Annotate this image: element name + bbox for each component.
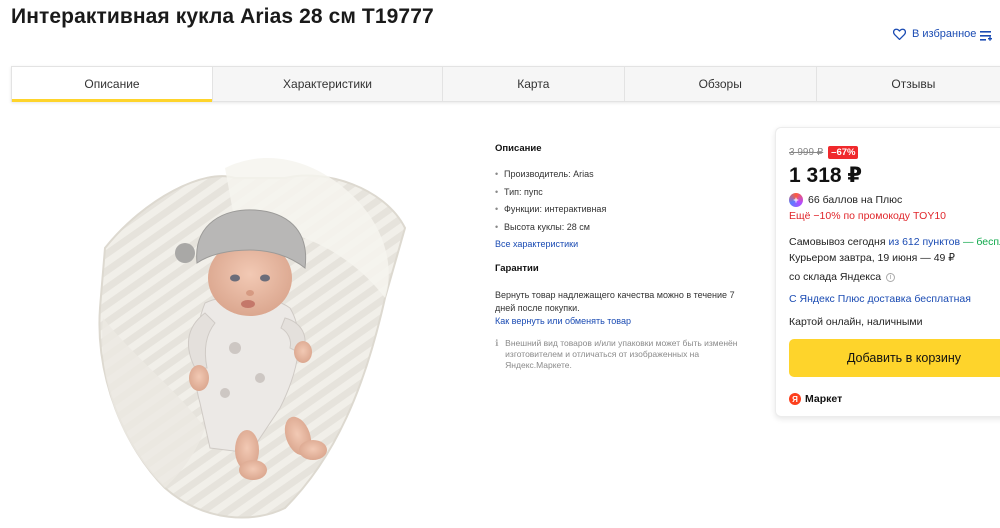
spec-item: Тип: пупс [495, 187, 765, 205]
spec-list: Производитель: Arias Тип: пупс Функции: … [495, 169, 765, 239]
guarantee-heading: Гарантии [495, 263, 539, 274]
yandex-plus-icon: + [789, 193, 803, 207]
doll-photo [98, 158, 407, 519]
offer-card: 3 999 ₽ –67% 1 318 ₽ + 66 баллов на Плюс… [775, 127, 1000, 417]
discount-badge: –67% [828, 146, 859, 159]
tab-reviews[interactable]: Обзоры [624, 67, 817, 101]
favorites-label: В избранное [912, 28, 977, 40]
tab-label: Карта [517, 77, 550, 91]
yandex-market-logo-icon: Я [789, 393, 801, 405]
tab-label: Описание [84, 77, 140, 91]
disclaimer: ℹ Внешний вид товаров и/или упаковки мож… [495, 338, 765, 371]
plus-points-text: 66 баллов на Плюс [808, 194, 903, 206]
disclaimer-text: Внешний вид товаров и/или упаковки может… [505, 338, 738, 370]
spec-item: Функции: интерактивная [495, 204, 765, 222]
description-section: Описание Производитель: Arias Тип: пупс … [495, 143, 765, 328]
promo-text: Ещё −10% по промокоду TOY10 [789, 210, 947, 222]
warehouse-text: со склада Яндекса [789, 271, 882, 283]
current-price: 1 318 ₽ [789, 164, 862, 187]
plus-delivery-link[interactable]: С Яндекс Плюс доставка бесплатная [789, 293, 971, 305]
product-image[interactable] [85, 128, 415, 528]
pickup-free: — беспла [962, 236, 1000, 248]
seller-name: Маркет [805, 393, 843, 405]
tab-map[interactable]: Карта [443, 67, 625, 101]
pickup-info: Самовывоз сегодня из 612 пунктов — беспл… [789, 236, 1000, 248]
product-tabs: Описание Характеристики Карта Обзоры Отз… [11, 66, 1000, 102]
tab-label: Характеристики [283, 77, 372, 91]
heart-icon [893, 28, 906, 40]
pickup-prefix: Самовывоз сегодня [789, 236, 889, 248]
tab-label: Отзывы [891, 77, 936, 91]
tab-feedback[interactable]: Отзывы [816, 67, 1000, 101]
seller-badge[interactable]: Я Маркет [789, 393, 842, 405]
warehouse-info: со склада Яндекса i [789, 271, 896, 283]
tab-characteristics[interactable]: Характеристики [212, 67, 444, 101]
info-icon: ℹ [495, 338, 499, 348]
tab-label: Обзоры [698, 77, 742, 91]
plus-points: + 66 баллов на Плюс [789, 193, 902, 207]
old-price-row: 3 999 ₽ –67% [789, 146, 859, 159]
page-title: Интерактивная кукла Arias 28 см T19777 [11, 5, 434, 28]
spec-item: Высота куклы: 28 см [495, 222, 765, 240]
spec-item: Производитель: Arias [495, 169, 765, 187]
compare-list-icon [980, 31, 992, 41]
old-price: 3 999 ₽ [789, 147, 824, 158]
compare-button[interactable] [980, 29, 992, 47]
tab-description[interactable]: Описание [12, 67, 213, 102]
all-specs-link[interactable]: Все характеристики [495, 239, 765, 249]
guarantee-text: Вернуть товар надлежащего качества можно… [495, 290, 735, 313]
description-heading: Описание [495, 143, 542, 154]
info-icon[interactable]: i [886, 272, 896, 282]
courier-info: Курьером завтра, 19 июня — 49 ₽ [789, 252, 955, 264]
pickup-points-link[interactable]: из 612 пунктов [888, 236, 960, 248]
add-to-cart-button[interactable]: Добавить в корзину [789, 339, 1000, 377]
payment-info: Картой онлайн, наличными [789, 316, 923, 328]
add-to-favorites-button[interactable]: В избранное [893, 28, 976, 40]
return-link[interactable]: Как вернуть или обменять товар [495, 315, 765, 328]
